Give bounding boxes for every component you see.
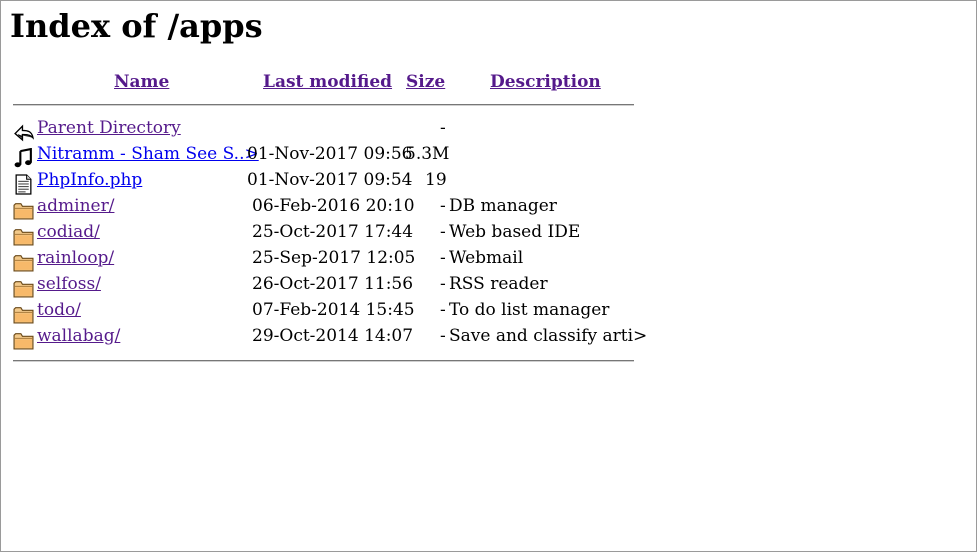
- description: To do list manager: [449, 300, 610, 320]
- sort-by-date-link[interactable]: Last modified: [263, 72, 392, 92]
- table-row: adminer/06-Feb-2016 20:10 - DB manager: [1, 196, 661, 222]
- file-size: -: [440, 300, 446, 320]
- table-row: todo/07-Feb-2014 15:45 - To do list manage…: [1, 300, 661, 326]
- file-link[interactable]: selfoss/: [37, 274, 101, 294]
- folder-icon: [13, 304, 34, 325]
- file-size: -: [440, 326, 446, 346]
- description: DB manager: [449, 196, 557, 216]
- sort-by-description-link[interactable]: Description: [490, 72, 601, 92]
- file-link[interactable]: Nitramm - Sham See S..>: [37, 144, 259, 164]
- description: Web based IDE: [449, 222, 581, 242]
- file-size: -: [440, 248, 446, 268]
- last-modified: 25-Sep-2017 12:05: [252, 248, 416, 268]
- description: Webmail: [449, 248, 524, 268]
- last-modified: 07-Feb-2014 15:45: [252, 300, 415, 320]
- file-link[interactable]: codiad/: [37, 222, 100, 242]
- last-modified: 26-Oct-2017 11:56: [252, 274, 414, 294]
- folder-icon: [13, 226, 34, 247]
- last-modified: 29-Oct-2014 14:07: [252, 326, 414, 346]
- sort-by-name-link[interactable]: Name: [114, 72, 169, 92]
- column-header-name[interactable]: Name: [114, 72, 169, 92]
- file-link[interactable]: todo/: [37, 300, 81, 320]
- text-file-icon: [13, 174, 34, 195]
- parent-directory-row: Parent Directory -: [1, 118, 661, 144]
- file-link[interactable]: wallabag/: [37, 326, 120, 346]
- file-size: -: [440, 118, 446, 138]
- folder-icon: [13, 278, 34, 299]
- folder-icon: [13, 330, 34, 351]
- file-size: -: [440, 222, 446, 242]
- folder-icon: [13, 252, 34, 273]
- sort-by-size-link[interactable]: Size: [406, 72, 445, 92]
- description: Save and classify arti>: [449, 326, 648, 346]
- table-row: rainloop/25-Sep-2017 12:05 - Webmail: [1, 248, 661, 274]
- table-row: selfoss/26-Oct-2017 11:56 - RSS reader: [1, 274, 661, 300]
- file-size: -: [440, 196, 446, 216]
- column-header-size[interactable]: Size: [406, 72, 445, 92]
- page-title: Index of /apps: [10, 7, 263, 45]
- last-modified: 06-Feb-2016 20:10: [252, 196, 415, 216]
- column-header-last-modified[interactable]: Last modified: [263, 72, 392, 92]
- last-modified: 01-Nov-2017 09:54: [247, 170, 413, 190]
- file-link[interactable]: adminer/: [37, 196, 114, 216]
- description: RSS reader: [449, 274, 548, 294]
- parent-directory-link[interactable]: Parent Directory: [37, 118, 181, 138]
- last-modified: 01-Nov-2017 09:56: [247, 144, 413, 164]
- music-note-icon: [13, 147, 34, 169]
- file-size: 19: [425, 170, 447, 190]
- file-link[interactable]: rainloop/: [37, 248, 114, 268]
- table-row: codiad/25-Oct-2017 17:44 - Web based IDE: [1, 222, 661, 248]
- file-size: -: [440, 274, 446, 294]
- table-row: PhpInfo.php 01-Nov-2017 09:54 19: [1, 170, 661, 196]
- file-link[interactable]: PhpInfo.php: [37, 170, 142, 190]
- back-arrow-icon: [13, 122, 34, 143]
- top-divider: [13, 104, 634, 106]
- file-size: 5.3M: [405, 144, 450, 164]
- last-modified: 25-Oct-2017 17:44: [252, 222, 414, 242]
- table-row: wallabag/29-Oct-2014 14:07 - Save and clas…: [1, 326, 661, 352]
- column-header-description[interactable]: Description: [490, 72, 601, 92]
- table-row: Nitramm - Sham See S..> 01-Nov-2017 09:56…: [1, 144, 661, 170]
- bottom-divider: [13, 360, 634, 362]
- folder-icon: [13, 200, 34, 221]
